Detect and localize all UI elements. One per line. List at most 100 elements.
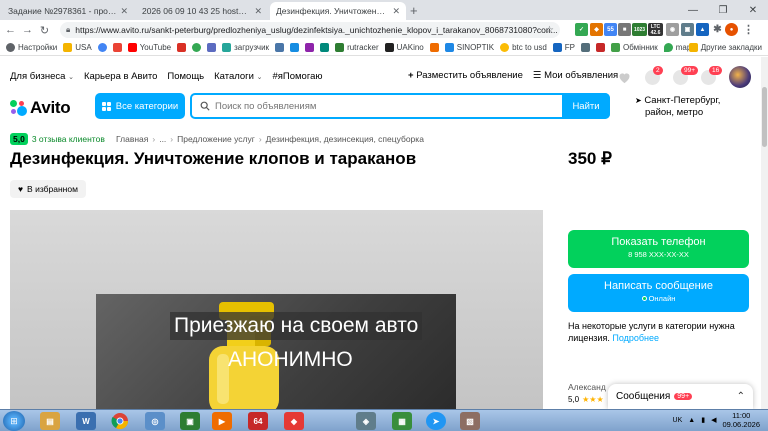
- avito-logo[interactable]: Avito: [10, 98, 71, 118]
- messages-panel[interactable]: Сообщения 99+ ⌃: [608, 384, 753, 409]
- breadcrumb-services[interactable]: Предложение услуг: [177, 134, 255, 144]
- nav-i-help[interactable]: #яПомогаю: [272, 71, 322, 82]
- bookmark-exchanger[interactable]: Обмінник: [611, 43, 658, 52]
- app-icon[interactable]: ▧: [460, 412, 480, 430]
- bookmark-youtube[interactable]: YouTube: [127, 43, 171, 52]
- search-button[interactable]: Найти: [562, 93, 610, 119]
- bookmark-fp[interactable]: FP: [552, 43, 575, 52]
- bookmark-uakino[interactable]: UAKino: [384, 43, 424, 52]
- nav-for-business[interactable]: Для бизнеса ⌄: [10, 71, 74, 82]
- tray-arrow-icon[interactable]: ▲: [688, 417, 695, 424]
- extension-icon[interactable]: ▣: [681, 23, 694, 36]
- wincmd-icon[interactable]: W: [76, 412, 96, 430]
- telegram-icon[interactable]: ➤: [426, 412, 446, 430]
- browser-menu-icon[interactable]: ⋮: [742, 23, 755, 36]
- media-player-icon[interactable]: ▶: [212, 412, 232, 430]
- show-phone-button[interactable]: Показать телефон 8 958 XXX-XX-XX: [568, 230, 749, 268]
- tab-hosted-image[interactable]: ◼ 2026 06 09 10 43 25 hosted at Im ✕: [136, 2, 268, 20]
- tab-task[interactable]: SP Задание №2978361 - просмотр з ✕: [2, 2, 134, 20]
- bookmark-star-icon[interactable]: ☆: [545, 25, 554, 36]
- bookmark-rutracker[interactable]: rutracker: [335, 43, 379, 52]
- bookmark-downloader[interactable]: загрузчик: [222, 43, 269, 52]
- license-more-link[interactable]: Подробнее: [612, 333, 659, 343]
- favorites-heart-icon[interactable]: [617, 70, 632, 85]
- page-scrollbar[interactable]: [761, 57, 768, 409]
- new-tab-button[interactable]: +: [410, 3, 418, 18]
- bookmark-google-2[interactable]: [192, 43, 202, 52]
- bookmark-site[interactable]: [305, 43, 315, 52]
- write-message-button[interactable]: Написать сообщение Онлайн: [568, 274, 749, 312]
- bookmark-vk[interactable]: [275, 43, 285, 52]
- close-tab-icon[interactable]: ✕: [254, 6, 262, 17]
- other-bookmarks[interactable]: Другие закладки: [688, 43, 762, 52]
- bookmark-sinoptik[interactable]: SINOPTIK: [444, 43, 494, 52]
- terminal-app-icon[interactable]: ▣: [180, 412, 200, 430]
- windows-start-button[interactable]: ⊞: [3, 411, 25, 431]
- close-tab-icon[interactable]: ✕: [392, 6, 400, 17]
- app-icon[interactable]: ◎: [145, 412, 165, 430]
- breadcrumb-ellipsis[interactable]: ...: [159, 134, 166, 144]
- my-ads-link[interactable]: ☰ Мои объявления: [533, 70, 618, 81]
- chrome-icon[interactable]: [110, 412, 130, 430]
- bookmark-settings[interactable]: Настройки: [6, 43, 57, 52]
- nav-catalogs[interactable]: Каталоги ⌄: [214, 71, 262, 82]
- listing-photo[interactable]: Приезжаю на своем авто АНОНИМНО: [10, 210, 543, 409]
- bookmark-gmail[interactable]: [112, 43, 122, 52]
- ltc-ticker-icon[interactable]: LTC 42.6: [648, 23, 663, 36]
- breadcrumb-disinfection[interactable]: Дезинфекция, дезинсекция, спецуборка: [266, 134, 424, 144]
- app-icon[interactable]: ▦: [392, 412, 412, 430]
- extension-icon[interactable]: ◆: [590, 23, 603, 36]
- bookmark-usa[interactable]: USA: [63, 43, 92, 52]
- back-button[interactable]: ←: [2, 22, 19, 39]
- address-bar[interactable]: 🔒︎ https://www.avito.ru/sankt-peterburg/…: [60, 22, 560, 38]
- favorite-button[interactable]: ♥ В избранном: [10, 180, 86, 198]
- extension-badge-icon[interactable]: 55: [604, 23, 617, 36]
- file-explorer-icon[interactable]: ▤: [40, 412, 60, 430]
- clock[interactable]: 11:00 09.06.2026: [722, 411, 760, 429]
- avatar[interactable]: [729, 66, 751, 88]
- tab-avito[interactable]: Дезинфекция. Уничтожение клоп ✕: [270, 2, 406, 20]
- minimize-button[interactable]: —: [678, 0, 708, 20]
- extension-icon[interactable]: ✓: [575, 23, 588, 36]
- location-selector[interactable]: ➤ Санкт-Петербург, район, метро: [635, 95, 745, 119]
- bookmark-mail[interactable]: [177, 43, 187, 52]
- profile-icon[interactable]: ●: [725, 23, 738, 36]
- cart-icon[interactable]: 16: [701, 65, 723, 85]
- reviews-link[interactable]: 3 отзыва клиентов: [32, 134, 105, 144]
- extension-icon[interactable]: ■: [618, 23, 631, 36]
- search-input[interactable]: [210, 96, 562, 116]
- bookmark-site[interactable]: [596, 43, 606, 52]
- listing-rating[interactable]: 5,0 3 отзыва клиентов: [10, 133, 105, 145]
- nav-career[interactable]: Карьера в Авито: [84, 71, 157, 82]
- extension-icon[interactable]: ▲: [696, 23, 709, 36]
- notifications-bell-icon[interactable]: 2: [645, 65, 663, 85]
- bookmark-google[interactable]: [97, 43, 107, 52]
- close-tab-icon[interactable]: ✕: [120, 6, 128, 17]
- all-categories-button[interactable]: Все категории: [95, 93, 185, 119]
- post-ad-link[interactable]: + Разместить объявление: [408, 70, 523, 81]
- reload-button[interactable]: ↻: [36, 22, 53, 39]
- messages-chat-icon[interactable]: 99+: [673, 65, 699, 85]
- app-64-icon[interactable]: 64: [248, 412, 268, 430]
- bookmark-site[interactable]: [429, 43, 439, 52]
- breadcrumb-home[interactable]: Главная: [116, 134, 148, 144]
- close-window-button[interactable]: ✕: [738, 0, 768, 20]
- keyboard-language[interactable]: UK: [673, 417, 683, 424]
- bookmark-site[interactable]: [320, 43, 330, 52]
- maximize-button[interactable]: ❐: [708, 0, 738, 20]
- app-icon[interactable]: ◈: [356, 412, 376, 430]
- bookmark-site[interactable]: [581, 43, 591, 52]
- nav-help[interactable]: Помощь: [167, 71, 204, 82]
- scrollbar-thumb[interactable]: [762, 87, 767, 147]
- volume-icon[interactable]: ◀: [711, 416, 716, 424]
- app-icon[interactable]: ◆: [284, 412, 304, 430]
- bookmark-btc-usd[interactable]: btc to usd: [500, 43, 547, 52]
- extensions-puzzle-icon[interactable]: ✱: [711, 23, 724, 36]
- extension-icon[interactable]: ◉: [666, 23, 679, 36]
- seller-name[interactable]: Александ: [568, 382, 606, 392]
- bookmark-site[interactable]: [207, 43, 217, 52]
- btc-ticker-icon[interactable]: 1023: [632, 23, 647, 36]
- network-icon[interactable]: ▮: [701, 416, 705, 424]
- bookmark-mail-ru[interactable]: [290, 43, 300, 52]
- chevron-up-icon[interactable]: ⌃: [737, 391, 745, 402]
